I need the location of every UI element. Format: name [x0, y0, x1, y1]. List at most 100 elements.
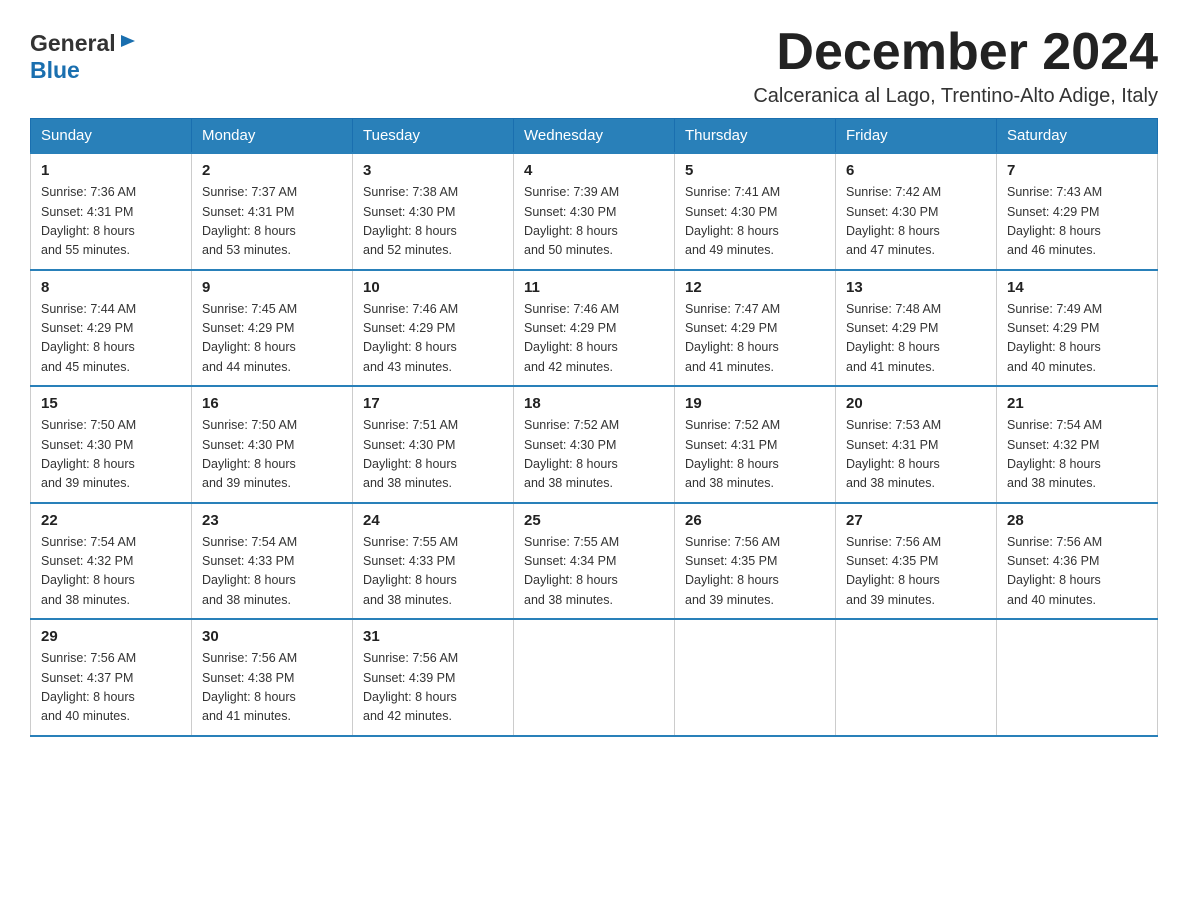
calendar-cell: 11 Sunrise: 7:46 AMSunset: 4:29 PMDayligh… [514, 270, 675, 387]
day-number: 3 [363, 162, 503, 179]
calendar-table: SundayMondayTuesdayWednesdayThursdayFrid… [30, 118, 1158, 737]
day-info: Sunrise: 7:50 AMSunset: 4:30 PMDaylight:… [202, 416, 342, 494]
day-number: 1 [41, 162, 181, 179]
day-number: 14 [1007, 279, 1147, 296]
day-number: 5 [685, 162, 825, 179]
day-number: 21 [1007, 395, 1147, 412]
calendar-cell: 3 Sunrise: 7:38 AMSunset: 4:30 PMDaylight… [353, 153, 514, 270]
day-info: Sunrise: 7:36 AMSunset: 4:31 PMDaylight:… [41, 183, 181, 261]
calendar-cell: 22Sunrise: 7:54 AMSunset: 4:32 PMDayligh… [31, 503, 192, 620]
day-info: Sunrise: 7:56 AMSunset: 4:39 PMDaylight:… [363, 649, 503, 727]
calendar-cell: 14 Sunrise: 7:49 AMSunset: 4:29 PMDayligh… [997, 270, 1158, 387]
day-number: 2 [202, 162, 342, 179]
day-number: 10 [363, 279, 503, 296]
day-info: Sunrise: 7:48 AMSunset: 4:29 PMDaylight:… [846, 300, 986, 378]
day-info: Sunrise: 7:45 AMSunset: 4:29 PMDaylight:… [202, 300, 342, 378]
calendar-cell: 2 Sunrise: 7:37 AMSunset: 4:31 PMDaylight… [192, 153, 353, 270]
calendar-cell [836, 619, 997, 736]
calendar-cell [675, 619, 836, 736]
calendar-cell: 9Sunrise: 7:45 AMSunset: 4:29 PMDaylight… [192, 270, 353, 387]
day-info: Sunrise: 7:55 AMSunset: 4:34 PMDaylight:… [524, 533, 664, 611]
calendar-cell: 25 Sunrise: 7:55 AMSunset: 4:34 PMDayligh… [514, 503, 675, 620]
day-info: Sunrise: 7:37 AMSunset: 4:31 PMDaylight:… [202, 183, 342, 261]
calendar-cell: 17 Sunrise: 7:51 AMSunset: 4:30 PMDayligh… [353, 386, 514, 503]
day-info: Sunrise: 7:56 AMSunset: 4:35 PMDaylight:… [846, 533, 986, 611]
col-header-thursday: Thursday [675, 119, 836, 154]
day-info: Sunrise: 7:52 AMSunset: 4:31 PMDaylight:… [685, 416, 825, 494]
day-info: Sunrise: 7:54 AMSunset: 4:32 PMDaylight:… [41, 533, 181, 611]
calendar-cell: 24 Sunrise: 7:55 AMSunset: 4:33 PMDayligh… [353, 503, 514, 620]
day-info: Sunrise: 7:42 AMSunset: 4:30 PMDaylight:… [846, 183, 986, 261]
day-number: 8 [41, 279, 181, 296]
calendar-cell: 31Sunrise: 7:56 AMSunset: 4:39 PMDayligh… [353, 619, 514, 736]
day-info: Sunrise: 7:55 AMSunset: 4:33 PMDaylight:… [363, 533, 503, 611]
calendar-cell [514, 619, 675, 736]
header: General Blue December 2024 Calceranica a… [30, 24, 1158, 108]
day-info: Sunrise: 7:46 AMSunset: 4:29 PMDaylight:… [524, 300, 664, 378]
logo-blue-text: Blue [30, 57, 80, 84]
calendar-cell: 23Sunrise: 7:54 AMSunset: 4:33 PMDayligh… [192, 503, 353, 620]
calendar-cell: 6 Sunrise: 7:42 AMSunset: 4:30 PMDaylight… [836, 153, 997, 270]
day-number: 18 [524, 395, 664, 412]
calendar-cell: 10Sunrise: 7:46 AMSunset: 4:29 PMDayligh… [353, 270, 514, 387]
day-number: 28 [1007, 512, 1147, 529]
day-number: 26 [685, 512, 825, 529]
day-info: Sunrise: 7:43 AMSunset: 4:29 PMDaylight:… [1007, 183, 1147, 261]
calendar-cell: 26 Sunrise: 7:56 AMSunset: 4:35 PMDayligh… [675, 503, 836, 620]
logo: General Blue [30, 24, 137, 84]
calendar-header-row: SundayMondayTuesdayWednesdayThursdayFrid… [31, 119, 1158, 154]
day-info: Sunrise: 7:56 AMSunset: 4:38 PMDaylight:… [202, 649, 342, 727]
calendar-cell: 15Sunrise: 7:50 AMSunset: 4:30 PMDayligh… [31, 386, 192, 503]
day-number: 4 [524, 162, 664, 179]
day-number: 24 [363, 512, 503, 529]
calendar-week-row: 29 Sunrise: 7:56 AMSunset: 4:37 PMDayligh… [31, 619, 1158, 736]
calendar-week-row: 22Sunrise: 7:54 AMSunset: 4:32 PMDayligh… [31, 503, 1158, 620]
day-info: Sunrise: 7:56 AMSunset: 4:35 PMDaylight:… [685, 533, 825, 611]
calendar-cell: 8 Sunrise: 7:44 AMSunset: 4:29 PMDaylight… [31, 270, 192, 387]
calendar-cell: 20Sunrise: 7:53 AMSunset: 4:31 PMDayligh… [836, 386, 997, 503]
calendar-cell: 4 Sunrise: 7:39 AMSunset: 4:30 PMDaylight… [514, 153, 675, 270]
col-header-wednesday: Wednesday [514, 119, 675, 154]
calendar-cell: 30 Sunrise: 7:56 AMSunset: 4:38 PMDayligh… [192, 619, 353, 736]
calendar-cell: 5 Sunrise: 7:41 AMSunset: 4:30 PMDaylight… [675, 153, 836, 270]
day-number: 12 [685, 279, 825, 296]
col-header-tuesday: Tuesday [353, 119, 514, 154]
day-number: 7 [1007, 162, 1147, 179]
col-header-friday: Friday [836, 119, 997, 154]
day-info: Sunrise: 7:39 AMSunset: 4:30 PMDaylight:… [524, 183, 664, 261]
calendar-week-row: 15 Sunrise: 7:50 AMSunset: 4:30 PMDayligh… [31, 386, 1158, 503]
day-number: 25 [524, 512, 664, 529]
day-info: Sunrise: 7:54 AMSunset: 4:32 PMDaylight:… [1007, 416, 1147, 494]
day-info: Sunrise: 7:56 AMSunset: 4:36 PMDaylight:… [1007, 533, 1147, 611]
day-info: Sunrise: 7:44 AMSunset: 4:29 PMDaylight:… [41, 300, 181, 378]
calendar-cell: 27Sunrise: 7:56 AMSunset: 4:35 PMDayligh… [836, 503, 997, 620]
day-number: 11 [524, 279, 664, 296]
day-info: Sunrise: 7:49 AMSunset: 4:29 PMDaylight:… [1007, 300, 1147, 378]
day-info: Sunrise: 7:38 AMSunset: 4:30 PMDaylight:… [363, 183, 503, 261]
day-info: Sunrise: 7:51 AMSunset: 4:30 PMDaylight:… [363, 416, 503, 494]
col-header-sunday: Sunday [31, 119, 192, 154]
day-number: 6 [846, 162, 986, 179]
calendar-cell: 1 Sunrise: 7:36 AMSunset: 4:31 PMDaylight… [31, 153, 192, 270]
location-title: Calceranica al Lago, Trentino-Alto Adige… [753, 85, 1158, 108]
day-number: 15 [41, 395, 181, 412]
day-number: 17 [363, 395, 503, 412]
day-number: 19 [685, 395, 825, 412]
col-header-saturday: Saturday [997, 119, 1158, 154]
day-info: Sunrise: 7:52 AMSunset: 4:30 PMDaylight:… [524, 416, 664, 494]
col-header-monday: Monday [192, 119, 353, 154]
day-number: 13 [846, 279, 986, 296]
day-info: Sunrise: 7:54 AMSunset: 4:33 PMDaylight:… [202, 533, 342, 611]
title-area: December 2024 Calceranica al Lago, Trent… [753, 24, 1158, 108]
month-title: December 2024 [753, 24, 1158, 81]
calendar-cell: 16 Sunrise: 7:50 AMSunset: 4:30 PMDayligh… [192, 386, 353, 503]
day-info: Sunrise: 7:56 AMSunset: 4:37 PMDaylight:… [41, 649, 181, 727]
day-number: 30 [202, 628, 342, 645]
day-number: 29 [41, 628, 181, 645]
calendar-cell: 7 Sunrise: 7:43 AMSunset: 4:29 PMDaylight… [997, 153, 1158, 270]
logo-general-text: General [30, 30, 116, 57]
calendar-cell: 28 Sunrise: 7:56 AMSunset: 4:36 PMDayligh… [997, 503, 1158, 620]
day-info: Sunrise: 7:41 AMSunset: 4:30 PMDaylight:… [685, 183, 825, 261]
day-number: 16 [202, 395, 342, 412]
calendar-week-row: 8 Sunrise: 7:44 AMSunset: 4:29 PMDaylight… [31, 270, 1158, 387]
